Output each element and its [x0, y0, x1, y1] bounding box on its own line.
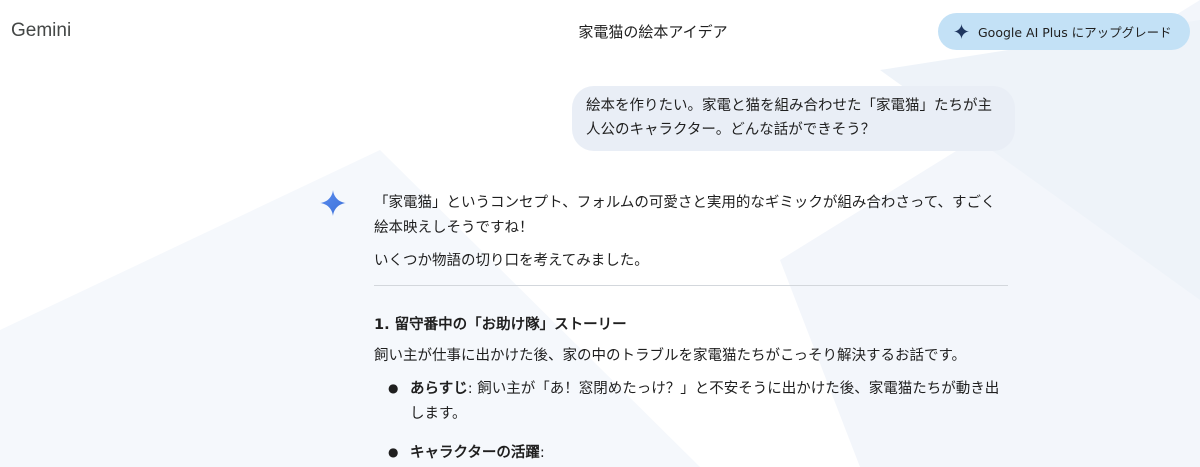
model-response: 「家電猫」というコンセプト、フォルムの可愛さと実用的なギミックが組み合わさって、…: [374, 191, 1014, 461]
app-title[interactable]: Gemini: [11, 20, 71, 42]
list-item-label: あらすじ: [410, 381, 468, 397]
user-message-bubble: 絵本を作りたい。家電と猫を組み合わせた「家電猫」たちが主 人公のキャラクター。ど…: [572, 86, 1015, 151]
list-item-text: :: [539, 445, 545, 461]
section-divider: [374, 285, 1008, 286]
section-heading: 1. 留守番中の「お助け隊」ストーリー: [374, 317, 627, 333]
user-message-line: 人公のキャラクター。どんな話ができそう？: [586, 121, 876, 138]
upgrade-button[interactable]: Google AI Plus にアップグレード: [938, 13, 1190, 50]
list-item: キャラクターの活躍:: [410, 441, 545, 466]
sparkle-icon: [954, 24, 969, 39]
response-intro-line: 絵本映えしそうですね！: [374, 220, 534, 236]
upgrade-button-label: Google AI Plus にアップグレード: [978, 25, 1172, 40]
list-item-text: : 飼い主が「あ！窓閉めたっけ？」と不安そうに出かけた後、家電猫たちが動き出: [467, 381, 1000, 397]
conversation-title[interactable]: 家電猫の絵本アイデア: [578, 23, 727, 41]
list-item-label: キャラクターの活躍: [410, 445, 540, 461]
list-item: あらすじ: 飼い主が「あ！窓閉めたっけ？」と不安そうに出かけた後、家電猫たちが動…: [410, 377, 999, 427]
response-intro-line: 「家電猫」というコンセプト、フォルムの可愛さと実用的なギミックが組み合わさって、…: [374, 195, 996, 211]
section-description: 飼い主が仕事に出かけた後、家の中のトラブルを家電猫たちがこっそり解決するお話です…: [374, 348, 967, 364]
gemini-sparkle-icon: [320, 190, 346, 216]
list-item-text: します。: [410, 406, 467, 422]
bullet-dot: ●: [388, 445, 399, 459]
bullet-dot: ●: [388, 381, 399, 395]
user-message-line: 絵本を作りたい。家電と猫を組み合わせた「家電猫」たちが主: [586, 98, 992, 114]
response-lead: いくつか物語の切り口を考えてみました。: [374, 253, 649, 269]
